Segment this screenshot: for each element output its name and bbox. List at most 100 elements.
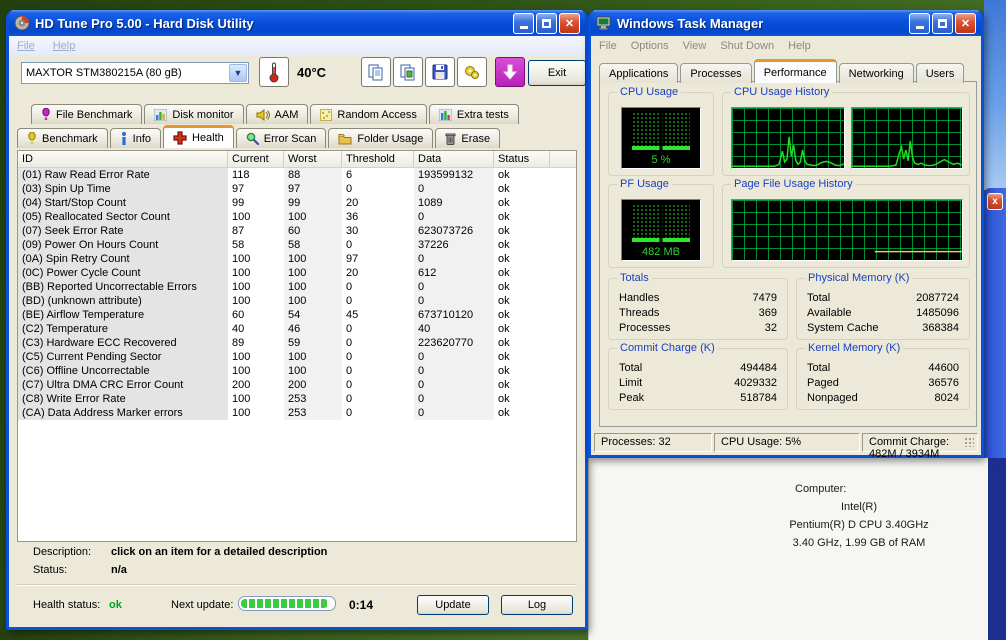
table-row[interactable]: (C6) Offline Uncorrectable10010000ok bbox=[18, 364, 576, 378]
totals-label: Totals bbox=[617, 272, 652, 284]
table-row[interactable]: (BE) Airflow Temperature605445673710120o… bbox=[18, 308, 576, 322]
table-cell: 193599132 bbox=[414, 168, 494, 182]
table-row[interactable]: (05) Reallocated Sector Count100100360ok bbox=[18, 210, 576, 224]
cpu-history-graph-1 bbox=[731, 107, 845, 169]
chevron-down-icon[interactable]: ▼ bbox=[229, 64, 247, 82]
table-row[interactable]: (0C) Power Cycle Count10010020612ok bbox=[18, 266, 576, 280]
update-button[interactable]: Update bbox=[417, 595, 489, 615]
smart-table-body: (01) Raw Read Error Rate118886193599132o… bbox=[18, 168, 576, 420]
menu-options[interactable]: Options bbox=[631, 40, 669, 52]
taskmgr-menubar: File Options View Shut Down Help bbox=[591, 36, 981, 55]
table-cell: 30 bbox=[342, 224, 414, 238]
pf-usage-group: PF Usage 482 MB bbox=[608, 184, 714, 268]
temperature-button[interactable] bbox=[259, 57, 289, 87]
table-row[interactable]: (BD) (unknown attribute)10010000ok bbox=[18, 294, 576, 308]
tab-health[interactable]: Health bbox=[163, 125, 234, 148]
table-cell: 1089 bbox=[414, 196, 494, 210]
table-cell: 60 bbox=[284, 224, 342, 238]
table-row[interactable]: (C2) Temperature4046040ok bbox=[18, 322, 576, 336]
kernel-memory-label: Kernel Memory (K) bbox=[805, 342, 903, 354]
table-row[interactable]: (03) Spin Up Time979700ok bbox=[18, 182, 576, 196]
stat-row: Processes32 bbox=[619, 321, 777, 336]
tab-extra-tests[interactable]: Extra tests bbox=[429, 104, 519, 124]
smart-table: ID Current Worst Threshold Data Status (… bbox=[17, 150, 577, 542]
table-cell: 0 bbox=[342, 378, 414, 392]
menu-view[interactable]: View bbox=[683, 40, 707, 52]
tab-erase[interactable]: Erase bbox=[435, 128, 500, 148]
tab-applications[interactable]: Applications bbox=[599, 63, 678, 83]
table-cell: (BB) Reported Uncorrectable Errors bbox=[18, 280, 228, 294]
log-button[interactable]: Log bbox=[501, 595, 573, 615]
table-cell: 0 bbox=[342, 392, 414, 406]
tab-disk-monitor[interactable]: Disk monitor bbox=[144, 104, 243, 124]
resize-grip[interactable] bbox=[964, 437, 974, 447]
stat-label: Paged bbox=[807, 376, 839, 391]
table-cell: (C6) Offline Uncorrectable bbox=[18, 364, 228, 378]
tab-benchmark[interactable]: Benchmark bbox=[17, 128, 108, 148]
table-row[interactable]: (0A) Spin Retry Count100100970ok bbox=[18, 252, 576, 266]
tab-file-benchmark[interactable]: File Benchmark bbox=[31, 104, 142, 124]
health-cross-icon bbox=[173, 131, 187, 145]
tab-performance[interactable]: Performance bbox=[754, 59, 837, 83]
table-row[interactable]: (CA) Data Address Marker errors10025300o… bbox=[18, 406, 576, 420]
table-row[interactable]: (09) Power On Hours Count5858037226ok bbox=[18, 238, 576, 252]
tab-info[interactable]: Info bbox=[110, 128, 161, 148]
save-button[interactable] bbox=[425, 57, 455, 87]
minimize-button[interactable] bbox=[513, 13, 534, 34]
table-row[interactable]: (04) Start/Stop Count9999201089ok bbox=[18, 196, 576, 210]
table-row[interactable]: (07) Seek Error Rate876030623073726ok bbox=[18, 224, 576, 238]
maximize-button[interactable] bbox=[932, 13, 953, 34]
tab-folder-usage[interactable]: Folder Usage bbox=[328, 128, 433, 148]
col-worst[interactable]: Worst bbox=[284, 151, 342, 167]
table-row[interactable]: (C5) Current Pending Sector10010000ok bbox=[18, 350, 576, 364]
tab-random-access[interactable]: Random Access bbox=[310, 104, 426, 124]
maximize-button[interactable] bbox=[536, 13, 557, 34]
col-threshold[interactable]: Threshold bbox=[342, 151, 414, 167]
col-id[interactable]: ID bbox=[18, 151, 228, 167]
tab-processes[interactable]: Processes bbox=[680, 63, 751, 83]
table-row[interactable]: (BB) Reported Uncorrectable Errors100100… bbox=[18, 280, 576, 294]
table-cell: ok bbox=[494, 224, 550, 238]
stat-value: 494484 bbox=[740, 361, 777, 376]
table-cell: 0 bbox=[342, 350, 414, 364]
menu-shutdown[interactable]: Shut Down bbox=[720, 40, 774, 52]
menu-file[interactable]: File bbox=[17, 40, 35, 52]
close-button[interactable]: ✕ bbox=[559, 13, 580, 34]
table-row[interactable]: (C8) Write Error Rate10025300ok bbox=[18, 392, 576, 406]
table-cell: 58 bbox=[284, 238, 342, 252]
col-data[interactable]: Data bbox=[414, 151, 494, 167]
tab-users[interactable]: Users bbox=[916, 63, 965, 83]
table-cell: 97 bbox=[228, 182, 284, 196]
download-button[interactable] bbox=[495, 57, 525, 87]
table-row[interactable]: (C7) Ultra DMA CRC Error Count20020000ok bbox=[18, 378, 576, 392]
options-button[interactable] bbox=[457, 57, 487, 87]
table-row[interactable]: (01) Raw Read Error Rate118886193599132o… bbox=[18, 168, 576, 182]
close-button[interactable]: ✕ bbox=[955, 13, 976, 34]
col-current[interactable]: Current bbox=[228, 151, 284, 167]
copy-text-icon bbox=[367, 63, 385, 81]
menu-help[interactable]: Help bbox=[53, 40, 76, 52]
menu-file[interactable]: File bbox=[599, 40, 617, 52]
table-cell: ok bbox=[494, 350, 550, 364]
copy-image-button[interactable] bbox=[393, 57, 423, 87]
col-status[interactable]: Status bbox=[494, 151, 550, 167]
tab-error-scan[interactable]: Error Scan bbox=[236, 128, 327, 148]
table-row[interactable]: (C3) Hardware ECC Recovered8959022362077… bbox=[18, 336, 576, 350]
exit-button[interactable]: Exit bbox=[528, 60, 586, 86]
minimize-button[interactable] bbox=[909, 13, 930, 34]
menu-help[interactable]: Help bbox=[788, 40, 811, 52]
trash-icon bbox=[445, 132, 456, 145]
tab-networking[interactable]: Networking bbox=[839, 63, 914, 83]
drive-select[interactable]: MAXTOR STM380215A (80 gB) ▼ bbox=[21, 62, 249, 84]
tab-aam[interactable]: AAM bbox=[246, 104, 309, 124]
hdtune-titlebar[interactable]: HD Tune Pro 5.00 - Hard Disk Utility ✕ bbox=[9, 10, 585, 36]
stat-row: Available1485096 bbox=[807, 306, 959, 321]
copy-text-button[interactable] bbox=[361, 57, 391, 87]
close-icon[interactable]: x bbox=[987, 193, 1003, 210]
table-cell: ok bbox=[494, 210, 550, 224]
stat-label: System Cache bbox=[807, 321, 879, 336]
taskmgr-titlebar[interactable]: Windows Task Manager ✕ bbox=[591, 10, 981, 36]
commit-charge-rows: Total494484Limit4029332Peak518784 bbox=[619, 361, 777, 406]
table-cell: 100 bbox=[228, 406, 284, 420]
table-cell: 100 bbox=[228, 280, 284, 294]
